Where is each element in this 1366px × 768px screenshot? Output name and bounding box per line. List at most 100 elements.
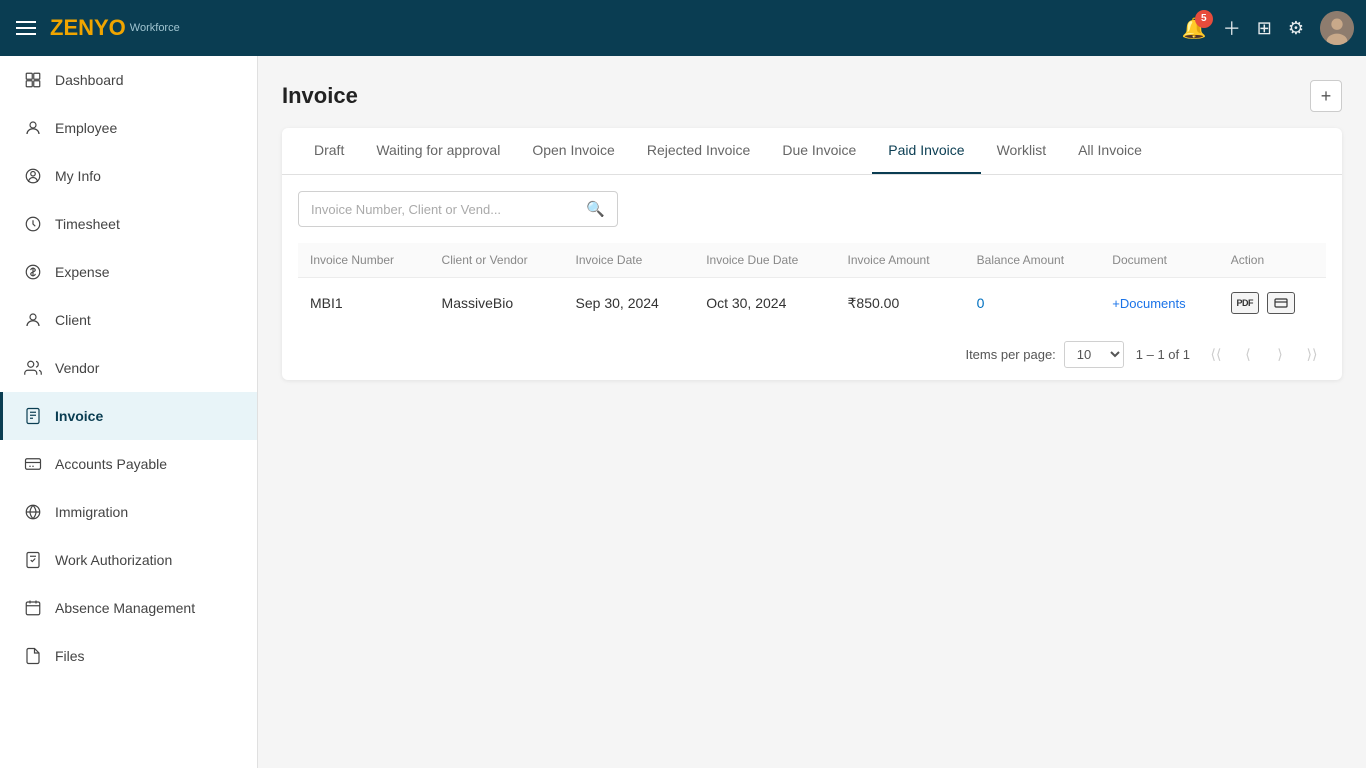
sidebar-item-label: Timesheet: [55, 216, 120, 232]
sidebar-item-invoice[interactable]: Invoice: [0, 392, 257, 440]
sidebar-item-label: Invoice: [55, 408, 103, 424]
globe-icon: [23, 502, 43, 522]
table-wrapper: Invoice Number Client or Vendor Invoice …: [282, 243, 1342, 328]
notification-badge: 5: [1195, 10, 1213, 28]
header: ZENYO Workforce 🔔 5 ＋ ⊞ ⚙: [0, 0, 1366, 56]
sidebar-item-label: Absence Management: [55, 600, 195, 616]
logo: ZENYO Workforce: [50, 15, 180, 41]
invoice-card: Draft Waiting for approval Open Invoice …: [282, 128, 1342, 380]
pagination-bar: Items per page: 10 25 50 100 1 – 1 of 1 …: [282, 328, 1342, 380]
sidebar-item-label: Files: [55, 648, 85, 664]
cell-action: PDF: [1219, 278, 1326, 329]
col-balance-amount: Balance Amount: [965, 243, 1101, 278]
sidebar-item-label: Vendor: [55, 360, 99, 376]
cell-balance-amount: 0: [965, 278, 1101, 329]
invoice-table: Invoice Number Client or Vendor Invoice …: [298, 243, 1326, 328]
sidebar-item-immigration[interactable]: Immigration: [0, 488, 257, 536]
sidebar-item-myinfo[interactable]: My Info: [0, 152, 257, 200]
documents-link[interactable]: +Documents: [1112, 296, 1185, 311]
expense-icon: [23, 262, 43, 282]
person-circle-icon: [23, 166, 43, 186]
sidebar-item-label: Employee: [55, 120, 117, 136]
tab-worklist[interactable]: Worklist: [981, 128, 1063, 174]
search-bar: 🔍: [282, 175, 1342, 243]
cell-invoice-date: Sep 30, 2024: [564, 278, 695, 329]
sidebar-item-label: My Info: [55, 168, 101, 184]
items-per-page-select[interactable]: 10 25 50 100: [1064, 341, 1124, 368]
add-button[interactable]: ＋: [1223, 15, 1241, 41]
page-title: Invoice: [282, 83, 358, 109]
page-info: 1 – 1 of 1: [1136, 347, 1190, 362]
sidebar-item-expense[interactable]: Expense: [0, 248, 257, 296]
grid-icon: [23, 70, 43, 90]
table-row: MBI1 MassiveBio Sep 30, 2024 Oct 30, 202…: [298, 278, 1326, 329]
main-content: Invoice + Draft Waiting for approval Ope…: [258, 56, 1366, 768]
sidebar: Dashboard Employee My Info: [0, 56, 258, 768]
file-icon: [23, 646, 43, 666]
sidebar-item-employee[interactable]: Employee: [0, 104, 257, 152]
cell-invoice-amount: ₹850.00: [836, 278, 965, 329]
tab-rejected[interactable]: Rejected Invoice: [631, 128, 767, 174]
sidebar-item-dashboard[interactable]: Dashboard: [0, 56, 257, 104]
apps-icon[interactable]: ⊞: [1257, 18, 1272, 39]
sidebar-item-files[interactable]: Files: [0, 632, 257, 680]
sidebar-scroll: Dashboard Employee My Info: [0, 56, 257, 768]
sidebar-item-vendor[interactable]: Vendor: [0, 344, 257, 392]
col-invoice-date: Invoice Date: [564, 243, 695, 278]
cell-client-vendor: MassiveBio: [430, 278, 564, 329]
first-page-button[interactable]: ⟨⟨: [1202, 340, 1230, 368]
tab-all[interactable]: All Invoice: [1062, 128, 1158, 174]
avatar[interactable]: [1320, 11, 1354, 45]
client-icon: [23, 310, 43, 330]
sidebar-item-label: Dashboard: [55, 72, 124, 88]
accounts-payable-icon: [23, 454, 43, 474]
page-navigation: ⟨⟨ ⟨ ⟩ ⟩⟩: [1202, 340, 1326, 368]
sidebar-item-work-authorization[interactable]: Work Authorization: [0, 536, 257, 584]
sidebar-item-absence-management[interactable]: Absence Management: [0, 584, 257, 632]
sidebar-item-label: Expense: [55, 264, 109, 280]
layout: Dashboard Employee My Info: [0, 56, 1366, 768]
cell-document: +Documents: [1100, 278, 1219, 329]
notifications-button[interactable]: 🔔 5: [1182, 16, 1207, 41]
sidebar-item-accounts-payable[interactable]: Accounts Payable: [0, 440, 257, 488]
sidebar-item-timesheet[interactable]: Timesheet: [0, 200, 257, 248]
tab-draft[interactable]: Draft: [298, 128, 360, 174]
sidebar-item-client[interactable]: Client: [0, 296, 257, 344]
sidebar-item-label: Accounts Payable: [55, 456, 167, 472]
logo-z: ZENYO: [50, 15, 126, 41]
invoice-icon: [23, 406, 43, 426]
items-per-page: Items per page: 10 25 50 100: [965, 341, 1123, 368]
table-header-row: Invoice Number Client or Vendor Invoice …: [298, 243, 1326, 278]
tabs: Draft Waiting for approval Open Invoice …: [282, 128, 1342, 175]
search-icon: 🔍: [586, 200, 605, 218]
page-header: Invoice +: [282, 80, 1342, 112]
sidebar-item-label: Work Authorization: [55, 552, 172, 568]
header-left: ZENYO Workforce: [12, 15, 1182, 41]
calendar-icon: [23, 598, 43, 618]
logo-sub: Workforce: [130, 22, 180, 34]
cell-invoice-due-date: Oct 30, 2024: [694, 278, 835, 329]
clock-icon: [23, 214, 43, 234]
col-invoice-amount: Invoice Amount: [836, 243, 965, 278]
add-invoice-button[interactable]: +: [1310, 80, 1342, 112]
col-action: Action: [1219, 243, 1326, 278]
sidebar-item-label: Client: [55, 312, 91, 328]
prev-page-button[interactable]: ⟨: [1234, 340, 1262, 368]
action-icons: PDF: [1231, 292, 1314, 314]
pdf-button[interactable]: PDF: [1231, 292, 1259, 314]
last-page-button[interactable]: ⟩⟩: [1298, 340, 1326, 368]
card-button[interactable]: [1267, 292, 1295, 314]
search-wrapper: 🔍: [298, 191, 618, 227]
tab-open[interactable]: Open Invoice: [516, 128, 631, 174]
col-client-vendor: Client or Vendor: [430, 243, 564, 278]
next-page-button[interactable]: ⟩: [1266, 340, 1294, 368]
header-right: 🔔 5 ＋ ⊞ ⚙: [1182, 11, 1354, 45]
items-per-page-label: Items per page:: [965, 347, 1055, 362]
hamburger-menu-button[interactable]: [12, 17, 40, 39]
tab-waiting[interactable]: Waiting for approval: [360, 128, 516, 174]
tab-due[interactable]: Due Invoice: [766, 128, 872, 174]
tab-paid[interactable]: Paid Invoice: [872, 128, 980, 174]
search-input[interactable]: [311, 202, 578, 217]
sidebar-item-label: Immigration: [55, 504, 128, 520]
settings-icon[interactable]: ⚙: [1288, 18, 1304, 39]
